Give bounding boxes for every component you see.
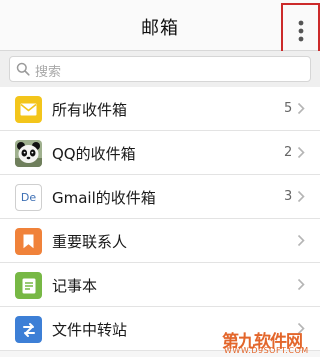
chevron-right-icon xyxy=(297,190,305,203)
transfer-icon xyxy=(15,316,42,343)
envelope-icon xyxy=(15,96,42,123)
watermark-url: WWW.D9SOFT.COM xyxy=(224,346,309,355)
item-label: 文件中转站 xyxy=(52,321,128,339)
chevron-right-icon xyxy=(297,102,305,115)
list-item-qq-inbox[interactable]: QQ的收件箱 2 xyxy=(0,131,320,175)
search-icon xyxy=(16,62,30,76)
site-watermark: 第九软件网 WWW.D9SOFT.COM xyxy=(222,327,320,357)
notepad-icon xyxy=(15,272,42,299)
chevron-right-icon xyxy=(297,146,305,159)
item-label: 重要联系人 xyxy=(52,233,128,251)
search-placeholder: 搜索 xyxy=(35,65,62,80)
badge-text: De xyxy=(20,191,37,204)
list-item-notepad[interactable]: 记事本 xyxy=(0,263,320,307)
item-label: Gmail的收件箱 xyxy=(52,189,156,207)
item-label: 记事本 xyxy=(52,277,98,295)
more-vertical-icon xyxy=(298,20,303,41)
search-input[interactable]: 搜索 xyxy=(9,56,311,82)
panda-avatar-icon xyxy=(15,140,42,167)
list-item-all-inbox[interactable]: 所有收件箱 5 xyxy=(0,87,320,131)
chevron-right-icon xyxy=(297,278,305,291)
search-bar-area: 搜索 xyxy=(0,51,320,87)
list-item-important-contacts[interactable]: 重要联系人 xyxy=(0,219,320,263)
overflow-menu-button[interactable] xyxy=(281,3,320,58)
top-bar: 邮箱 xyxy=(0,0,320,58)
bookmark-icon xyxy=(15,228,42,255)
list-item-gmail-inbox[interactable]: De Gmail的收件箱 3 xyxy=(0,175,320,219)
item-label: 所有收件箱 xyxy=(52,101,128,119)
unread-count: 5 xyxy=(284,101,293,116)
de-badge-icon: De xyxy=(15,184,42,211)
unread-count: 2 xyxy=(284,145,293,160)
mail-app-screen: 邮箱 搜索 所有收件箱 5 QQ的收件箱 2 De Gmail的收件箱 3 重要… xyxy=(0,0,320,357)
chevron-right-icon xyxy=(297,234,305,247)
mailbox-list: 所有收件箱 5 QQ的收件箱 2 De Gmail的收件箱 3 重要联系人 记事… xyxy=(0,87,320,351)
unread-count: 3 xyxy=(284,189,293,204)
item-label: QQ的收件箱 xyxy=(52,145,136,163)
page-title: 邮箱 xyxy=(141,18,179,39)
